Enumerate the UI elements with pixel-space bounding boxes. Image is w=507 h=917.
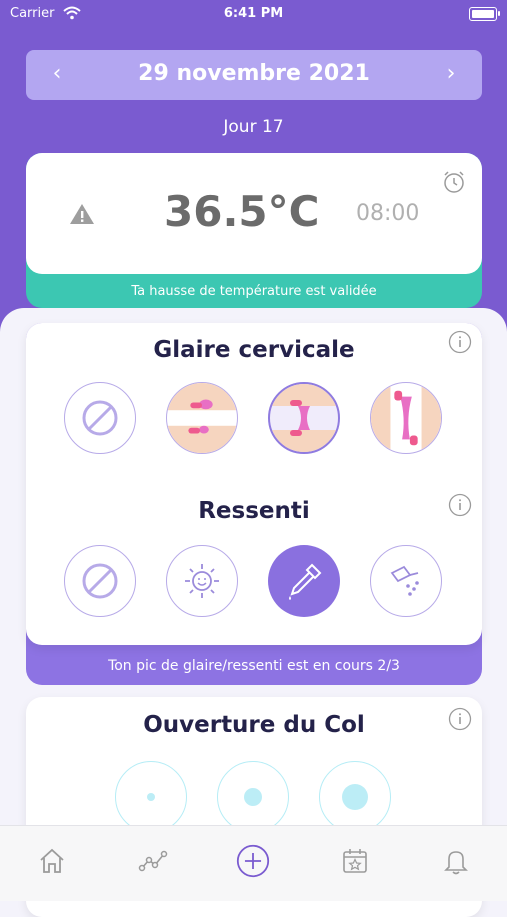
cycle-day: Jour 17 xyxy=(223,117,284,137)
temperature-panel: 36.5°C 08:00 xyxy=(26,153,482,274)
add-icon xyxy=(236,844,270,878)
temperature-time: 08:00 xyxy=(356,201,420,226)
chart-icon xyxy=(138,850,168,872)
tab-home[interactable] xyxy=(35,844,69,878)
closed-cervix-icon xyxy=(147,793,155,801)
status-bar: Carrier 6:41 PM xyxy=(0,0,507,30)
mucus-option-sticky[interactable] xyxy=(166,382,238,454)
slippery-icon xyxy=(390,565,419,596)
info-icon[interactable] xyxy=(448,707,472,731)
half-open-cervix-icon xyxy=(244,788,262,806)
warning-icon xyxy=(70,204,94,224)
mucus-option-creamy[interactable] xyxy=(268,382,340,454)
mucus-card: Glaire cervicale Ressenti Ton pic de gla… xyxy=(26,323,482,685)
info-icon[interactable] xyxy=(448,493,472,517)
tab-charts[interactable] xyxy=(136,844,170,878)
peak-status: Ton pic de glaire/ressenti est en cours … xyxy=(108,658,400,674)
dry-icon xyxy=(185,564,219,598)
tab-calendar[interactable] xyxy=(338,844,372,878)
feeling-option-dry[interactable] xyxy=(166,545,238,617)
temperature-card[interactable]: 36.5°C 08:00 Ta hausse de température es… xyxy=(26,153,482,308)
cervix-option-open[interactable] xyxy=(319,761,391,833)
current-date: 29 novembre 2021 xyxy=(138,61,370,86)
mucus-option-stretchy[interactable] xyxy=(370,382,442,454)
creamy-mucus-icon xyxy=(270,384,338,452)
mucus-title: Glaire cervicale xyxy=(153,337,355,363)
tab-add[interactable] xyxy=(236,844,270,878)
tab-notifications[interactable] xyxy=(439,844,473,878)
chevron-right-icon[interactable]: › xyxy=(436,59,466,89)
cervix-option-half-open[interactable] xyxy=(217,761,289,833)
alarm-clock-icon[interactable] xyxy=(442,170,466,194)
none-icon xyxy=(82,563,118,599)
stretchy-mucus-icon xyxy=(371,383,441,453)
battery-icon xyxy=(469,7,500,21)
info-icon[interactable] xyxy=(448,330,472,354)
date-selector: ‹ 29 novembre 2021 › xyxy=(26,50,482,100)
cervix-title: Ouverture du Col xyxy=(143,712,365,738)
home-icon xyxy=(40,848,64,873)
temperature-value: 36.5°C xyxy=(164,187,320,236)
wet-dropper-icon xyxy=(289,563,322,600)
feeling-option-none[interactable] xyxy=(64,545,136,617)
mucus-option-none[interactable] xyxy=(64,382,136,454)
open-cervix-icon xyxy=(342,784,368,810)
sticky-mucus-icon xyxy=(167,383,237,453)
tab-bar xyxy=(0,825,507,901)
temperature-status: Ta hausse de température est validée xyxy=(131,284,377,299)
calendar-star-icon xyxy=(343,849,367,873)
mucus-panel: Glaire cervicale Ressenti xyxy=(26,323,482,645)
cervix-option-closed[interactable] xyxy=(115,761,187,833)
feeling-option-wet[interactable] xyxy=(268,545,340,617)
bell-icon xyxy=(444,851,468,875)
feeling-option-slippery[interactable] xyxy=(370,545,442,617)
none-icon xyxy=(82,400,118,436)
feeling-title: Ressenti xyxy=(198,498,310,524)
clock: 6:41 PM xyxy=(223,6,284,21)
